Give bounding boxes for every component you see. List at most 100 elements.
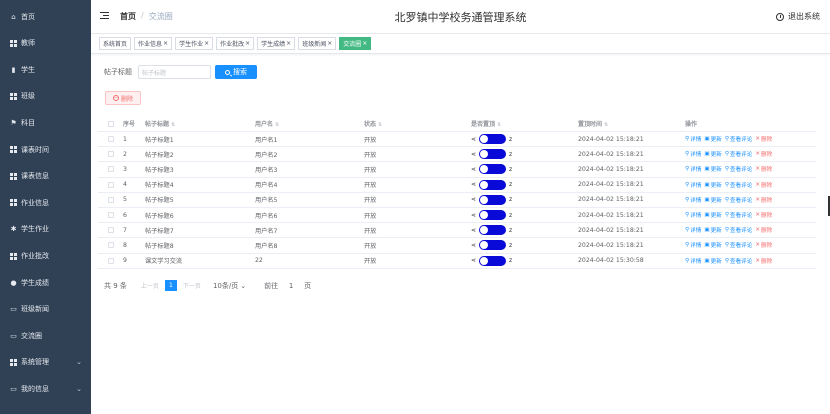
tab-tag[interactable]: 交流圈 × (339, 37, 372, 50)
sidebar-item[interactable]: 系统管理 ⌄ (0, 349, 91, 376)
sidebar-item[interactable]: 班级 (0, 83, 91, 110)
delete-button[interactable]: ✕ 删除 (755, 150, 772, 158)
sidebar-item[interactable]: 课表信息 (0, 163, 91, 190)
row-checkbox[interactable] (98, 242, 120, 249)
tab-tag[interactable]: 学生作业 × (175, 37, 214, 50)
row-checkbox[interactable] (98, 151, 120, 158)
tab-tag[interactable]: 学生成绩 × (257, 37, 296, 50)
tab-tag[interactable]: 班级新闻 × (298, 37, 337, 50)
delete-button[interactable]: ✕ 删除 (755, 181, 772, 189)
batch-delete-button[interactable]: − 删除 (105, 91, 141, 105)
detail-button[interactable]: ⚲ 详情 (685, 196, 701, 204)
detail-button[interactable]: ⚲ 详情 (685, 257, 701, 265)
comments-button[interactable]: ⚲ 查看评论 (725, 135, 753, 143)
top-toggle[interactable] (479, 179, 507, 190)
detail-button[interactable]: ⚲ 详情 (685, 226, 701, 234)
comments-button[interactable]: ⚲ 查看评论 (725, 196, 753, 204)
sidebar-item[interactable]: ✱ 学生作业 (0, 216, 91, 243)
row-title: 课文学习交流 (145, 258, 183, 266)
delete-button[interactable]: ✕ 删除 (755, 135, 772, 143)
top-toggle[interactable] (479, 255, 507, 266)
detail-button[interactable]: ⚲ 详情 (685, 165, 701, 173)
top-toggle[interactable] (479, 210, 507, 221)
detail-button[interactable]: ⚲ 详情 (685, 181, 701, 189)
edit-button[interactable]: ▣ 更新 (704, 257, 722, 265)
sidebar-item[interactable]: ● 学生成绩 (0, 269, 91, 296)
header-user[interactable]: 用户名 ⇅ (252, 119, 361, 128)
next-page-button[interactable]: 下一页 (183, 281, 201, 290)
page-number-current[interactable]: 1 (164, 280, 177, 291)
page-size-select[interactable]: 10条/页 ⌄ (213, 281, 246, 291)
comments-button[interactable]: ⚲ 查看评论 (725, 257, 753, 265)
close-icon[interactable]: × (163, 40, 168, 47)
comments-button[interactable]: ⚲ 查看评论 (725, 165, 753, 173)
sidebar-item[interactable]: ⚑ 科目 (0, 110, 91, 137)
edit-button[interactable]: ▣ 更新 (704, 135, 722, 143)
delete-button[interactable]: ✕ 删除 (755, 165, 772, 173)
search-input[interactable]: 帖子标题 (138, 65, 211, 79)
close-icon[interactable]: × (204, 40, 209, 47)
row-checkbox[interactable] (98, 196, 120, 203)
header-title[interactable]: 帖子标题 ⇅ (142, 119, 252, 128)
edit-button[interactable]: ▣ 更新 (704, 150, 722, 158)
detail-button[interactable]: ⚲ 详情 (685, 150, 701, 158)
sidebar-item[interactable]: ▭ 交流圈 (0, 323, 91, 350)
delete-button[interactable]: ✕ 删除 (755, 257, 772, 265)
comments-button[interactable]: ⚲ 查看评论 (725, 226, 753, 234)
goto-input[interactable]: 1 (282, 282, 300, 290)
top-toggle[interactable] (479, 164, 507, 175)
row-checkbox[interactable] (98, 136, 120, 143)
sidebar-item[interactable]: 教师 (0, 30, 91, 57)
edit-button[interactable]: ▣ 更新 (704, 181, 722, 189)
edit-button[interactable]: ▣ 更新 (704, 165, 722, 173)
comments-button[interactable]: ⚲ 查看评论 (725, 241, 753, 249)
sidebar-item[interactable]: ⌂ 首页 (0, 0, 91, 30)
tab-tag[interactable]: 作业批改 × (216, 37, 255, 50)
logout-button[interactable]: 退出系统 (776, 11, 820, 22)
tab-tag[interactable]: 作业信息 × (134, 37, 173, 50)
edit-button[interactable]: ▣ 更新 (704, 241, 722, 249)
comments-button[interactable]: ⚲ 查看评论 (725, 181, 753, 189)
select-all-checkbox[interactable] (98, 120, 120, 127)
delete-button[interactable]: ✕ 删除 (755, 196, 772, 204)
edit-button[interactable]: ▣ 更新 (704, 211, 722, 219)
tab-tag[interactable]: 系统首页 (99, 37, 132, 50)
sidebar-item[interactable]: 作业信息 (0, 190, 91, 217)
edit-button[interactable]: ▣ 更新 (704, 226, 722, 234)
top-toggle[interactable] (479, 194, 507, 205)
sidebar-item[interactable]: 作业批改 (0, 243, 91, 270)
top-toggle[interactable] (479, 134, 507, 145)
prev-page-button[interactable]: 上一页 (141, 281, 159, 290)
sidebar-item[interactable]: ▮ 学生 (0, 57, 91, 84)
close-icon[interactable]: × (245, 40, 250, 47)
close-icon[interactable]: × (362, 40, 367, 47)
delete-button[interactable]: ✕ 删除 (755, 211, 772, 219)
close-icon[interactable]: × (286, 40, 291, 47)
header-status[interactable]: 状态 ⇅ (361, 119, 468, 128)
row-time: 2024-04-02 15:18:21 (578, 226, 644, 234)
detail-button[interactable]: ⚲ 详情 (685, 241, 701, 249)
sidebar-item[interactable]: ▭ 班级新闻 (0, 296, 91, 323)
top-toggle[interactable] (479, 149, 507, 160)
top-toggle[interactable] (479, 240, 507, 251)
delete-button[interactable]: ✕ 删除 (755, 241, 772, 249)
sidebar-item[interactable]: 课表时间 (0, 136, 91, 163)
sidebar-item[interactable]: ▭ 我的信息 ⌄ (0, 376, 91, 403)
top-toggle[interactable] (479, 225, 507, 236)
comments-button[interactable]: ⚲ 查看评论 (725, 150, 753, 158)
search-button[interactable]: 搜索 (215, 65, 257, 79)
comments-button[interactable]: ⚲ 查看评论 (725, 211, 753, 219)
edit-button[interactable]: ▣ 更新 (704, 196, 722, 204)
header-top[interactable]: 是否置顶 ⇅ (468, 119, 575, 128)
row-checkbox[interactable] (98, 227, 120, 234)
detail-button[interactable]: ⚲ 详情 (685, 135, 701, 143)
row-checkbox[interactable] (98, 181, 120, 188)
close-icon[interactable]: × (327, 40, 332, 47)
row-checkbox[interactable] (98, 212, 120, 219)
table-row: 4 帖子标题4 用户名4 开放 ⋖ ᴢ 2024-04-02 15:18:21 ⚲ 详情 ▣ 更新 ⚲… (98, 178, 816, 193)
row-checkbox[interactable] (98, 257, 120, 264)
row-checkbox[interactable] (98, 166, 120, 173)
delete-button[interactable]: ✕ 删除 (755, 226, 772, 234)
header-time[interactable]: 置顶时间 ⇅ (575, 119, 682, 128)
detail-button[interactable]: ⚲ 详情 (685, 211, 701, 219)
